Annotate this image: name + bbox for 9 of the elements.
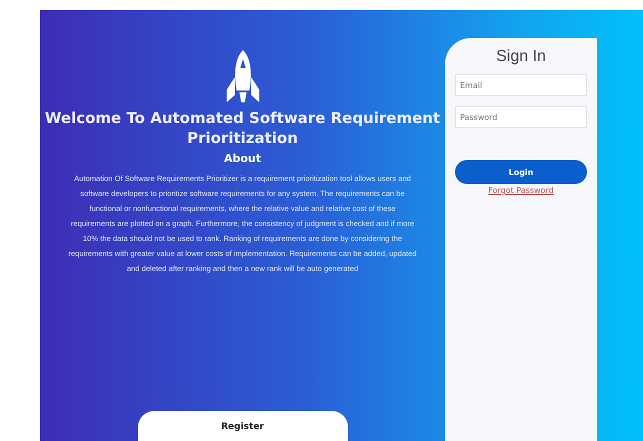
login-button[interactable]: Login	[455, 160, 587, 184]
welcome-title: Welcome To Automated Software Requirement Prioritization	[44, 108, 442, 148]
password-field[interactable]: Password	[455, 106, 587, 128]
register-button[interactable]: Register	[138, 411, 348, 441]
sign-in-title: Sign In	[496, 48, 546, 66]
forgot-password-link[interactable]: Forgot Password	[488, 186, 554, 195]
about-heading: About	[224, 152, 262, 165]
email-field[interactable]: Email	[455, 74, 587, 96]
rocket-icon	[224, 50, 260, 104]
